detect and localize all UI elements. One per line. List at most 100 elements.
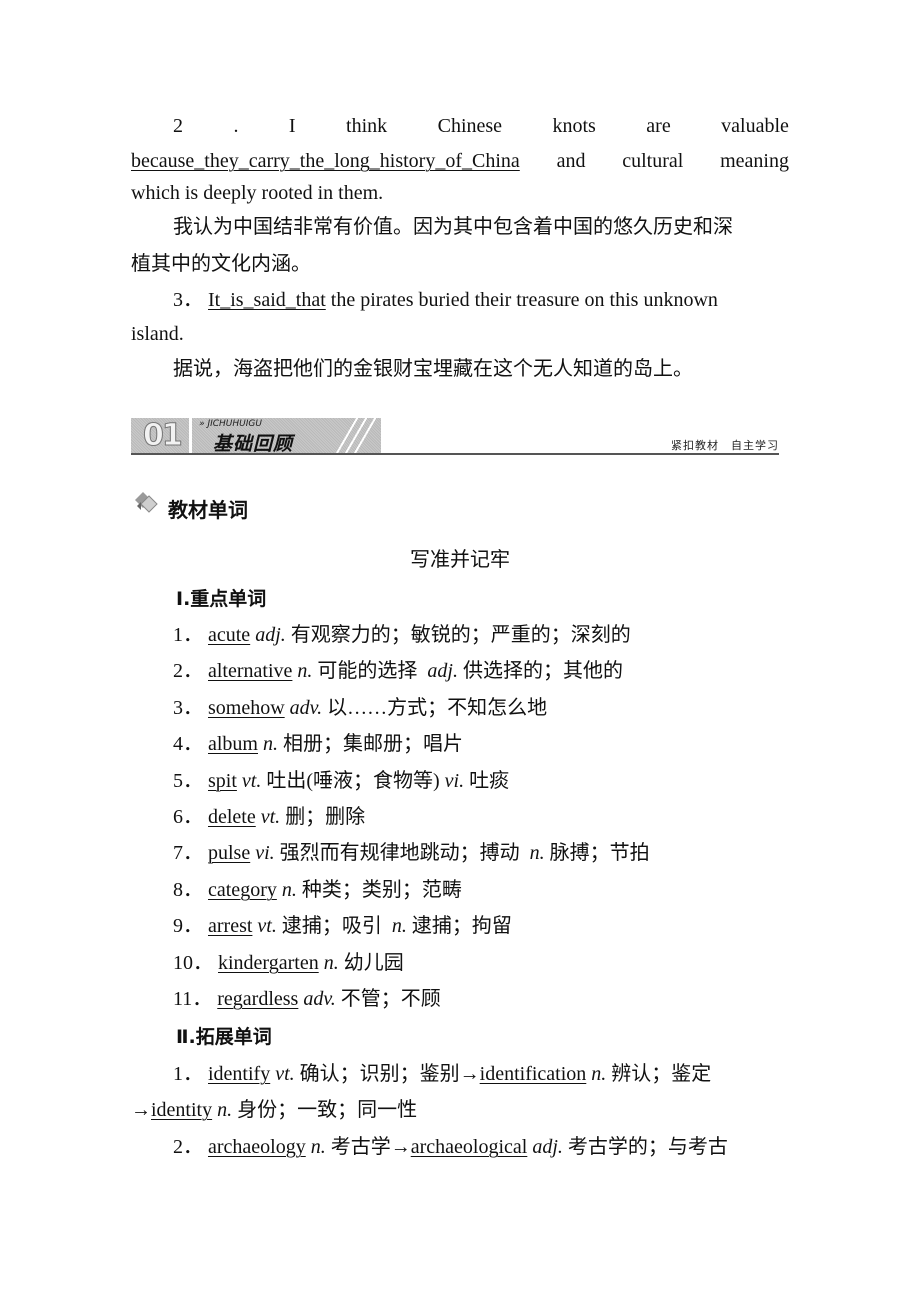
list-item: 10． kindergarten n. 幼儿园 <box>173 948 789 978</box>
word: Chinese <box>437 115 503 137</box>
part1-heading-text: Ⅰ.重点单词 <box>176 588 267 610</box>
section-title: 教材单词 <box>168 498 248 522</box>
section-subtitle: 写准并记牢 <box>410 549 510 571</box>
item-number: 7． <box>173 842 203 864</box>
word: think <box>346 115 388 137</box>
item3-rest: the pirates buried their treasure on thi… <box>325 289 718 311</box>
vocab-word: somehow <box>208 697 285 719</box>
list-item: 6． delete vt. 删；删除 <box>173 802 789 832</box>
part-of-speech: adj. <box>250 624 286 646</box>
part-of-speech: vi. <box>250 842 275 864</box>
part-of-speech: n. <box>212 1099 233 1121</box>
item2-answer: because_they_carry_the_long_history_of_C… <box>131 150 520 172</box>
vocab-word: arrest <box>208 915 253 937</box>
part-of-speech: n. <box>318 952 339 974</box>
item-number: 9． <box>173 915 203 937</box>
item3-line1: 3． It_is_said_that the pirates buried th… <box>173 285 789 315</box>
vocab-word: acute <box>208 624 251 646</box>
meaning: 强烈而有规律地跳动；搏动 <box>274 842 530 864</box>
banner-pinyin-text: JICHUHUIGU <box>207 419 262 429</box>
part-of-speech: n. <box>276 879 297 901</box>
part-of-speech: n. <box>292 660 313 682</box>
diamond-icon <box>135 492 158 513</box>
list-item: 5． spit vt. 吐出(唾液；食物等) vi. 吐痰 <box>173 766 789 796</box>
vocab-word: identification <box>479 1063 587 1085</box>
part2-item1-line1: 1． identify vt. 确认；识别；鉴别→identification … <box>173 1059 789 1089</box>
part1-heading: Ⅰ.重点单词 <box>176 584 834 614</box>
item3-translation: 据说，海盗把他们的金银财宝埋藏在这个无人知道的岛上。 <box>173 358 693 380</box>
item-number: 2． <box>173 1136 203 1158</box>
part-of-speech: vt. <box>236 770 262 792</box>
word: knots <box>552 115 596 137</box>
part2-item2-line1: 2． archaeology n. 考古学→archaeological adj… <box>173 1132 789 1162</box>
part-of-speech: n. <box>586 1063 607 1085</box>
word: I <box>288 115 296 137</box>
meaning: 吐痰 <box>464 770 510 792</box>
banner-rule <box>131 453 779 455</box>
meaning: 吐出(唾液；食物等) <box>261 770 445 792</box>
section-banner: 01 » JICHUHUIGU 基础回顾 紧扣教材 自主学习 <box>131 418 789 456</box>
item2-line1: 2 . I think Chinese knots are valuable <box>173 111 789 141</box>
word: meaning <box>720 150 789 172</box>
vocab-word: category <box>208 879 277 901</box>
item-number: 3． <box>173 697 203 719</box>
item3-number: 3． <box>173 289 203 311</box>
part-of-speech: adj. <box>427 660 458 682</box>
list-item: 8． category n. 种类；类别；范畴 <box>173 875 789 905</box>
part-of-speech: vt. <box>252 915 277 937</box>
part-of-speech: n. <box>258 733 278 755</box>
meaning: 考古学的；与考古 <box>562 1136 728 1158</box>
part2-item1-line2: →identity n. 身份；一致；同一性 <box>131 1095 789 1125</box>
item-number: 8． <box>173 879 203 901</box>
meaning: 以……方式；不知怎么地 <box>322 697 548 719</box>
part2-heading: Ⅱ.拓展单词 <box>176 1022 834 1052</box>
part-of-speech: n. <box>529 842 545 864</box>
part-of-speech: n. <box>391 915 407 937</box>
vocab-word: identity <box>151 1099 213 1121</box>
meaning: 幼儿园 <box>338 952 404 974</box>
item2-translation-1: 我认为中国结非常有价值。因为其中包含着中国的悠久历史和深 <box>173 216 733 238</box>
list-item: 7． pulse vi. 强烈而有规律地跳动；搏动 n. 脉搏；节拍 <box>173 838 789 868</box>
item-number: 2． <box>173 660 203 682</box>
list-item: 4． album n. 相册；集邮册；唱片 <box>173 729 789 759</box>
item2-line2: because_they_carry_the_long_history_of_C… <box>131 146 789 176</box>
list-item: 9． arrest vt. 逮捕；吸引 n. 逮捕；拘留 <box>173 911 789 941</box>
vocab-word: kindergarten <box>218 952 319 974</box>
meaning: 逮捕；吸引 <box>276 915 392 937</box>
meaning: 可能的选择 <box>312 660 428 682</box>
part-of-speech: vt. <box>270 1063 295 1085</box>
item2-line3: which is deeply rooted in them. <box>131 182 384 204</box>
vocab-word: identify <box>208 1063 271 1085</box>
list-item: 1． acute adj. 有观察力的；敏锐的；严重的；深刻的 <box>173 620 789 650</box>
part-of-speech: adv. <box>284 697 323 719</box>
meaning: 种类；类别；范畴 <box>296 879 462 901</box>
vocab-word: pulse <box>208 842 251 864</box>
meaning: 确认；识别；鉴别→ <box>294 1063 480 1085</box>
word: are <box>646 115 671 137</box>
item-number: 5． <box>173 770 203 792</box>
item3-line2: island. <box>131 323 184 345</box>
item3-answer: It_is_said_that <box>208 289 326 311</box>
meaning: 身份；一致；同一性 <box>232 1099 418 1121</box>
part-of-speech: n. <box>305 1136 326 1158</box>
vocab-word: alternative <box>208 660 293 682</box>
word: valuable <box>721 115 789 137</box>
item-number: 1． <box>173 1063 203 1085</box>
meaning: 有观察力的；敏锐的；严重的；深刻的 <box>285 624 631 646</box>
vocab-word: archaeological <box>410 1136 528 1158</box>
meaning: 考古学→ <box>325 1136 411 1158</box>
arrow-icon: → <box>131 1099 151 1121</box>
meaning: 供选择的；其他的 <box>457 660 623 682</box>
item-number: 11． <box>173 988 213 1010</box>
vocab-word: archaeology <box>208 1136 306 1158</box>
word: cultural <box>622 150 684 172</box>
banner-title: 基础回顾 <box>213 433 294 455</box>
list-item: 11． regardless adv. 不管；不顾 <box>173 984 789 1014</box>
meaning: 相册；集邮册；唱片 <box>278 733 463 755</box>
vocab-word: album <box>208 733 258 755</box>
list-item: 3． somehow adv. 以……方式；不知怎么地 <box>173 693 789 723</box>
item-number: 4． <box>173 733 203 755</box>
meaning: 删；删除 <box>280 806 366 828</box>
part-of-speech: adj. <box>527 1136 563 1158</box>
banner-separator <box>189 418 192 453</box>
